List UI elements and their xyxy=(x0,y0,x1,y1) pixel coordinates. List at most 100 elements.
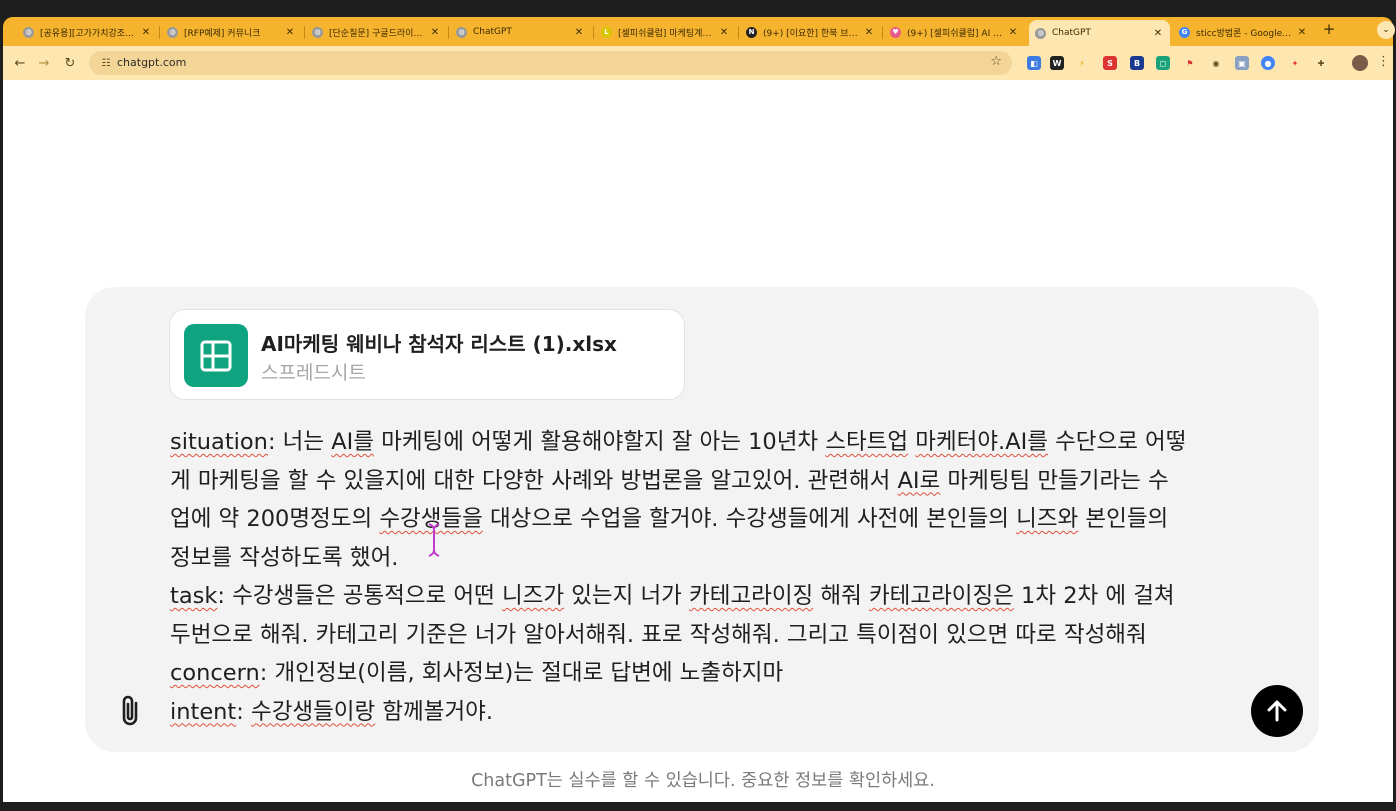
reload-button[interactable]: ↻ xyxy=(61,54,79,72)
extension-icon[interactable]: ◧ xyxy=(1027,56,1041,70)
attach-button[interactable] xyxy=(115,693,145,729)
prompt-line: situation: 너는 AI를 마케팅에 어떻게 활용해야할지 잘 아는 1… xyxy=(170,423,1250,462)
url-text: chatgpt.com xyxy=(117,56,187,69)
extension-box-icon[interactable]: ▣ xyxy=(1235,56,1249,70)
browser-tab[interactable]: N (9+) [이요한] 한북 브랜드 ✕ xyxy=(740,21,881,43)
menu-kebab-icon[interactable]: ⋮ xyxy=(1377,54,1390,69)
prompt-text-segment: 수단으로 어떻 xyxy=(1047,429,1187,455)
address-bar[interactable]: ☷ chatgpt.com ☆ xyxy=(89,51,1012,75)
close-tab-icon[interactable]: ✕ xyxy=(1007,27,1019,38)
globe-icon: ◍ xyxy=(312,26,323,38)
misspelled-word: intent xyxy=(170,698,237,725)
prompt-text-segment: 함께볼거야. xyxy=(375,698,494,725)
close-tab-icon[interactable]: ✕ xyxy=(1296,27,1308,38)
browser-tab[interactable]: ◍ [공유용][고가가치강조] 미 ✕ xyxy=(17,21,158,43)
browser-tab[interactable]: ◍ [단순질문] 구글드라이브 : ✕ xyxy=(306,21,447,43)
tab-separator xyxy=(448,26,449,39)
forward-button[interactable]: → xyxy=(35,54,53,72)
extension-circle-icon[interactable]: ● xyxy=(1261,56,1275,70)
attached-file-card[interactable]: AI마케팅 웨비나 참석자 리스트 (1).xlsx 스프레드시트 xyxy=(169,309,685,400)
misspelled-word: 수강생들이랑 xyxy=(251,698,376,725)
prompt-text-segment: 두번으로 해줘. 카테고리 기준은 너가 알아서해줘. 표로 작성해줘. 그리고… xyxy=(170,621,1147,648)
new-tab-button[interactable]: + xyxy=(1321,20,1337,38)
extensions-puzzle-icon[interactable]: ✚ xyxy=(1314,56,1328,70)
extension-bolt-icon[interactable]: ⚡ xyxy=(1075,56,1089,70)
tab-strip: ◍ [공유용][고가가치강조] 미 ✕ ◍ [RFP예제] 커뮤니크 ✕ ◍ [단순질문] 구… xyxy=(3,17,1393,46)
prompt-text-segment: : 수강생들은 공통적으로 어떤 xyxy=(217,583,502,609)
send-button[interactable] xyxy=(1251,685,1303,737)
prompt-text-segment: 1차 2차 에 걸쳐 xyxy=(1013,583,1175,609)
prompt-line: intent: 수강생들이랑 함께볼거야. xyxy=(170,693,1250,732)
close-tab-icon[interactable]: ✕ xyxy=(718,27,730,38)
prompt-text-segment: : xyxy=(236,698,251,725)
prompt-line: task: 수강생들은 공통적으로 어떤 니즈가 있는지 너가 카테고라이징 해… xyxy=(170,577,1250,616)
bookmark-star-icon[interactable]: ☆ xyxy=(990,54,1002,69)
prompt-text-segment: 마케팅팀 만들기라는 수 xyxy=(940,467,1169,494)
prompt-text-segment: 마케팅에 어떻게 활용해야할지 잘 아는 10년차 xyxy=(373,429,826,455)
misspelled-word: situation xyxy=(170,429,268,455)
extension-b-icon[interactable]: B xyxy=(1130,56,1144,70)
browser-tab[interactable]: ◍ [RFP예제] 커뮤니크 ✕ xyxy=(161,21,302,43)
file-name: AI마케팅 웨비나 참석자 리스트 (1).xlsx xyxy=(261,332,617,356)
prompt-line: 게 마케팅을 할 수 있을지에 대한 다양한 사례와 방법론을 알고있어. 관련… xyxy=(170,462,1250,501)
prompt-line: 정보를 작성하도록 했어. xyxy=(170,539,1250,578)
tab-title: ChatGPT xyxy=(473,27,512,37)
extension-rocket-icon[interactable]: ✦ xyxy=(1288,56,1302,70)
reload-icon: ↻ xyxy=(64,55,76,71)
prompt-line: 두번으로 해줘. 카테고리 기준은 너가 알아서해줘. 표로 작성해줘. 그리고… xyxy=(170,616,1250,655)
misspelled-word: concern xyxy=(170,660,260,686)
profile-avatar[interactable] xyxy=(1352,55,1368,71)
extension-square-icon[interactable]: ◻ xyxy=(1156,56,1170,70)
back-button[interactable]: ← xyxy=(11,54,29,72)
spreadsheet-icon xyxy=(184,324,248,387)
prompt-text-segment: 대상으로 수업을 할거야. 수강생들에게 사전에 본인들의 xyxy=(482,506,1017,532)
browser-window: ◍ [공유용][고가가치강조] 미 ✕ ◍ [RFP예제] 커뮤니크 ✕ ◍ [단순질문] 구… xyxy=(3,0,1395,811)
close-tab-icon[interactable]: ✕ xyxy=(1152,28,1164,39)
extension-w-icon[interactable]: W xyxy=(1050,56,1064,70)
arrow-up-icon xyxy=(1267,700,1287,722)
tab-search-button[interactable]: ⌄ xyxy=(1377,21,1395,39)
tab-title: [RFP예제] 커뮤니크 xyxy=(184,28,261,39)
misspelled-word: 니즈와 xyxy=(1016,506,1079,532)
tab-separator xyxy=(593,26,594,39)
close-tab-icon[interactable]: ✕ xyxy=(140,27,152,38)
close-tab-icon[interactable]: ✕ xyxy=(429,27,441,38)
tab-separator xyxy=(738,26,739,39)
misspelled-word: AI를 xyxy=(331,429,374,455)
chatgpt-page: AI마케팅 웨비나 참석자 리스트 (1).xlsx 스프레드시트 situat… xyxy=(3,80,1393,802)
browser-tab[interactable]: ◍ ChatGPT ✕ xyxy=(450,21,591,43)
prompt-text-segment: 정보를 작성하도록 했어. xyxy=(170,544,399,571)
prompt-text-segment: : 너는 xyxy=(267,429,332,455)
browser-tab[interactable]: L [셀피쉬클럽] 마케팅계 혁: ✕ xyxy=(595,21,736,43)
tab-title: [공유용][고가가치강조] 미 xyxy=(40,28,136,39)
tab-separator xyxy=(882,26,883,39)
extension-flag-icon[interactable]: ⚑ xyxy=(1183,56,1197,70)
tab-title: sticc방법론 - Google 검 xyxy=(1196,28,1292,39)
heart-icon: ♥ xyxy=(890,26,901,38)
file-type: 스프레드시트 xyxy=(261,362,366,384)
close-tab-icon[interactable]: ✕ xyxy=(284,27,296,38)
extension-camera-icon[interactable]: ◉ xyxy=(1209,56,1223,70)
lilys-icon: L xyxy=(601,26,612,38)
prompt-text-segment: 게 마케팅을 할 수 있을지에 대한 다양한 사례와 방법론을 알고있어. 관련… xyxy=(170,467,898,494)
prompt-text[interactable]: situation: 너는 AI를 마케팅에 어떻게 활용해야할지 잘 아는 1… xyxy=(170,423,1250,731)
tab-title: [단순질문] 구글드라이브 : xyxy=(329,28,425,39)
misspelled-word: 마케터야.AI를 xyxy=(915,429,1048,455)
close-tab-icon[interactable]: ✕ xyxy=(863,27,875,38)
browser-tab[interactable]: ♥ (9+) [셀피쉬클럽] AI 마케 ✕ xyxy=(884,21,1025,43)
arrow-right-icon: → xyxy=(38,55,50,71)
browser-tab[interactable]: Gsticc방법론 - Google 검 ✕ xyxy=(1173,21,1314,43)
prompt-composer[interactable]: AI마케팅 웨비나 참석자 리스트 (1).xlsx 스프레드시트 situat… xyxy=(85,287,1319,752)
globe-icon: ◍ xyxy=(167,26,178,38)
globe-icon: ◍ xyxy=(1035,27,1046,39)
site-info-icon[interactable]: ☷ xyxy=(99,56,113,70)
prompt-text-segment: 본인들의 xyxy=(1078,506,1169,532)
extension-s-icon[interactable]: S xyxy=(1103,56,1117,70)
close-tab-icon[interactable]: ✕ xyxy=(573,27,585,38)
browser-tab[interactable]: ◍ ChatGPT ✕ xyxy=(1029,20,1170,46)
misspelled-word: 니즈가 xyxy=(501,583,565,609)
globe-icon: ◍ xyxy=(23,26,34,38)
text-cursor-icon xyxy=(428,523,440,557)
tab-title: (9+) [이요한] 한북 브랜드 xyxy=(763,28,859,39)
misspelled-word: 카테고라이징은 xyxy=(868,583,1014,609)
